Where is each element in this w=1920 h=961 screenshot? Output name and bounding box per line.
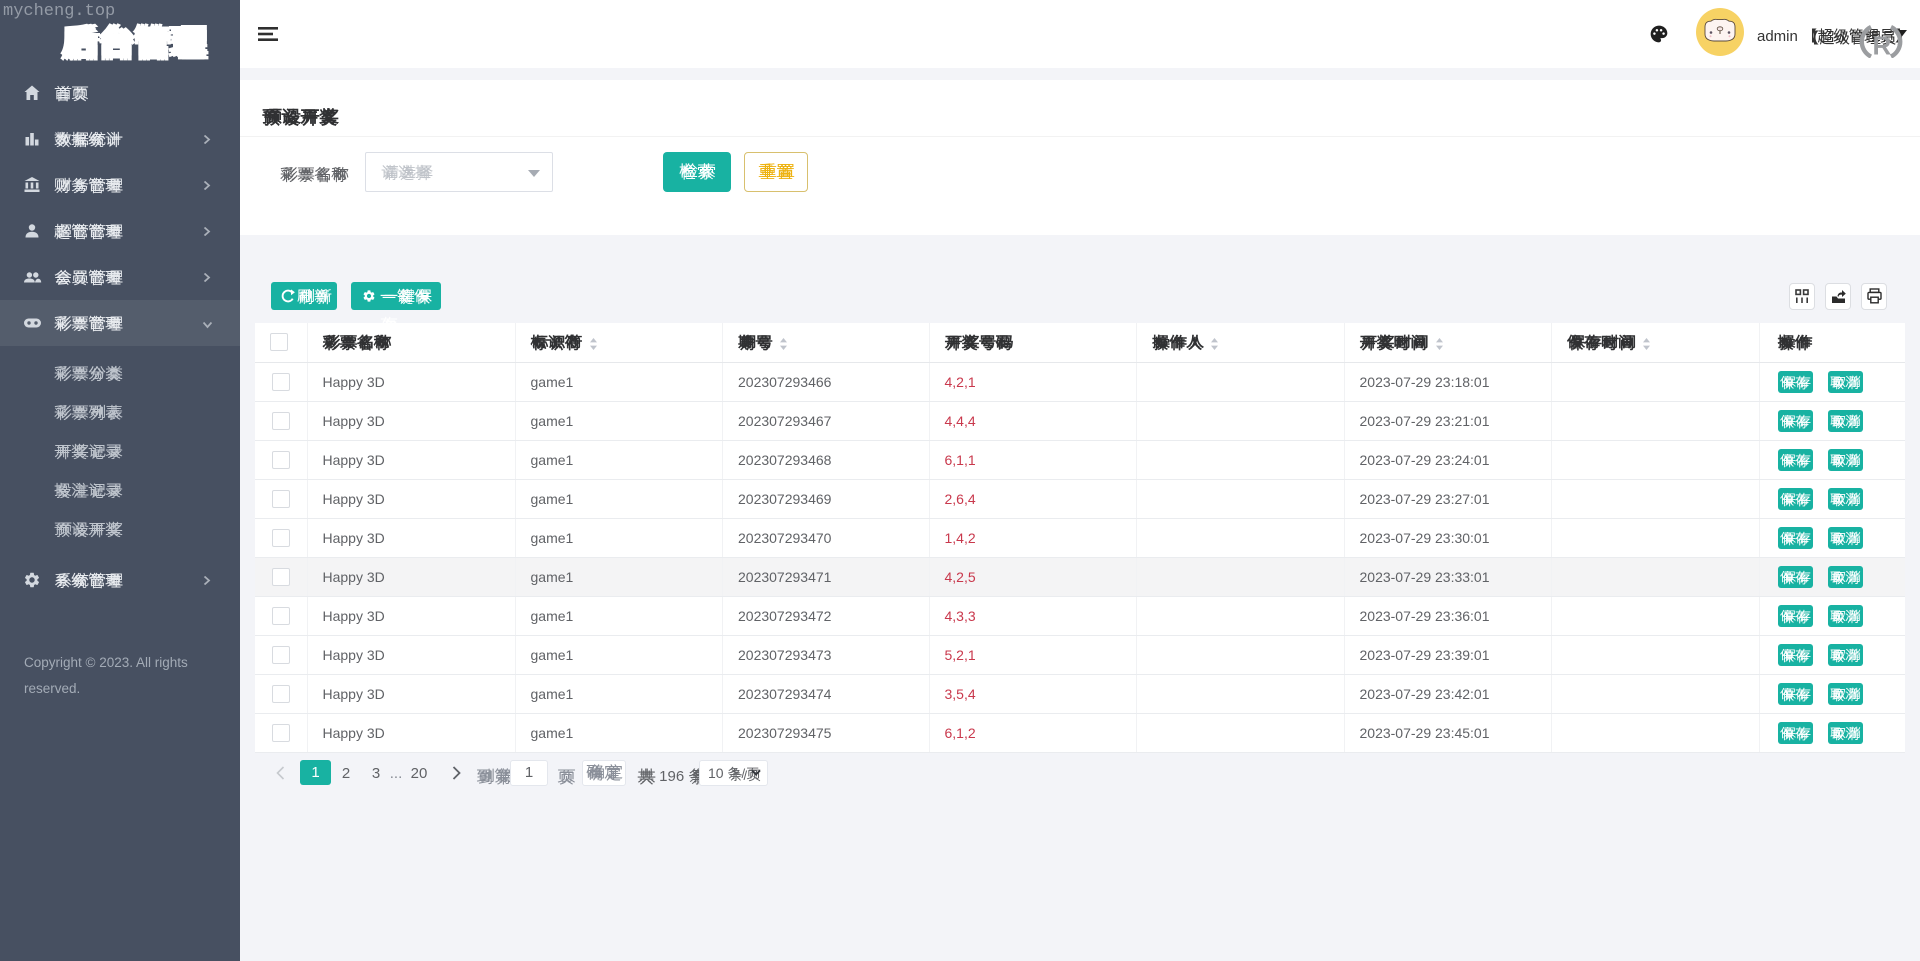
svg-text:R: R [1873,31,1892,59]
